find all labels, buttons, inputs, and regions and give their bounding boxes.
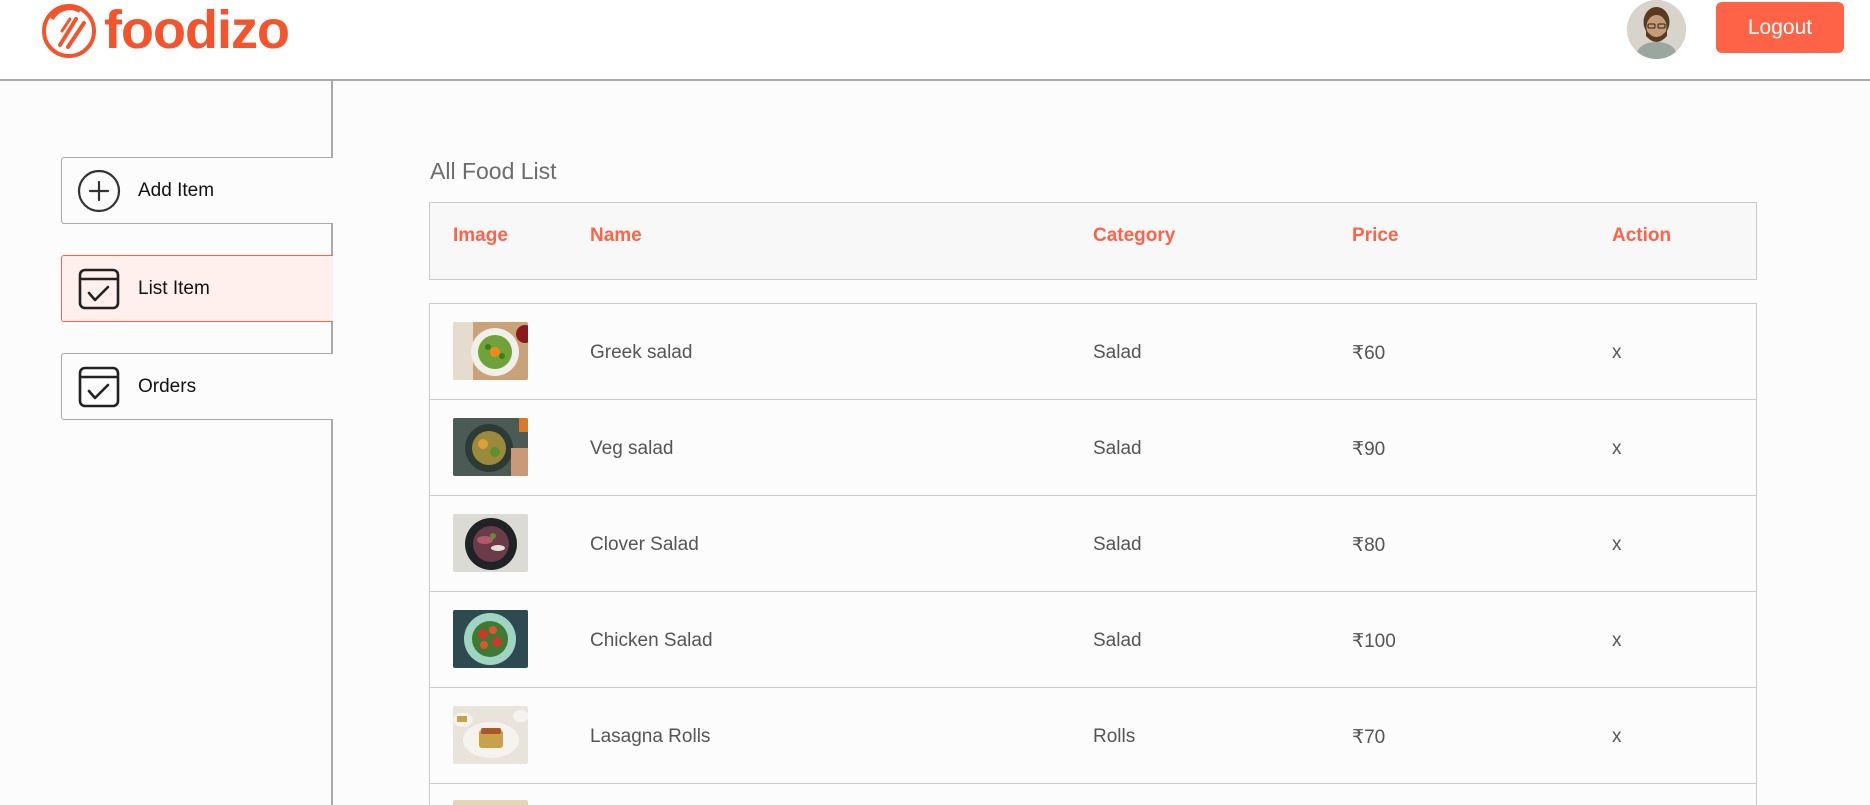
- table-row: [429, 784, 1757, 805]
- table-row: Greek salad Salad ₹60 x: [429, 304, 1757, 400]
- profile-photo-icon: [1627, 0, 1686, 59]
- remove-item-button[interactable]: x: [1612, 726, 1622, 748]
- column-header-category: Category: [1093, 225, 1176, 246]
- food-price: ₹60: [1352, 343, 1386, 364]
- table-row: Veg salad Salad ₹90 x: [429, 400, 1757, 496]
- table-row: Lasagna Rolls Rolls ₹70 x: [429, 688, 1757, 784]
- top-navbar: foodizo Logout: [0, 0, 1870, 81]
- table-row: Chicken Salad Salad ₹100 x: [429, 592, 1757, 688]
- remove-item-button[interactable]: x: [1612, 342, 1622, 364]
- food-name: Chicken Salad: [590, 630, 713, 651]
- food-category: Rolls: [1093, 726, 1136, 747]
- food-category: Salad: [1093, 630, 1142, 651]
- remove-item-button[interactable]: x: [1612, 438, 1622, 460]
- logo-icon: [42, 4, 96, 58]
- sidebar-item-add-item[interactable]: Add Item: [61, 157, 333, 224]
- table-body: Greek salad Salad ₹60 x Veg salad Salad …: [429, 303, 1757, 805]
- food-image: [453, 800, 528, 805]
- table-row: Clover Salad Salad ₹80 x: [429, 496, 1757, 592]
- food-name: Veg salad: [590, 438, 674, 459]
- food-image: [453, 706, 528, 764]
- food-name: Clover Salad: [590, 534, 699, 555]
- column-header-action: Action: [1612, 225, 1672, 246]
- food-price: ₹80: [1352, 535, 1386, 556]
- sidebar-item-list-item[interactable]: List Item: [61, 255, 333, 322]
- food-price: ₹70: [1352, 727, 1386, 748]
- food-image: [453, 514, 528, 572]
- column-header-price: Price: [1352, 225, 1399, 246]
- remove-item-button[interactable]: x: [1612, 630, 1622, 652]
- checklist-icon: [78, 366, 120, 407]
- sidebar-item-label: Orders: [138, 375, 197, 397]
- food-price: ₹100: [1352, 631, 1396, 652]
- brand[interactable]: foodizo: [40, 0, 290, 60]
- food-category: Salad: [1093, 342, 1142, 363]
- plus-circle-icon: [77, 169, 121, 212]
- food-image: [453, 418, 528, 476]
- sidebar-item-orders[interactable]: Orders: [61, 353, 333, 420]
- food-name: Lasagna Rolls: [590, 726, 711, 747]
- sidebar: Add Item List Item Orders: [0, 81, 333, 805]
- column-header-name: Name: [590, 225, 642, 246]
- page-title: All Food List: [430, 158, 557, 184]
- column-header-image: Image: [453, 225, 508, 246]
- food-list-table: Image Name Category Price Action Greek s…: [429, 202, 1757, 805]
- logout-button[interactable]: Logout: [1716, 2, 1844, 53]
- remove-item-button[interactable]: x: [1612, 534, 1622, 556]
- food-image: [453, 610, 528, 668]
- brand-name: foodizo: [104, 0, 290, 60]
- food-category: Salad: [1093, 438, 1142, 459]
- sidebar-item-label: List Item: [138, 277, 210, 299]
- food-category: Salad: [1093, 534, 1142, 555]
- food-name: Greek salad: [590, 342, 693, 363]
- food-price: ₹90: [1352, 439, 1386, 460]
- avatar[interactable]: [1627, 0, 1686, 59]
- food-image: [453, 322, 528, 380]
- checklist-icon: [78, 268, 120, 309]
- sidebar-item-label: Add Item: [138, 179, 215, 201]
- table-header: Image Name Category Price Action: [429, 202, 1757, 280]
